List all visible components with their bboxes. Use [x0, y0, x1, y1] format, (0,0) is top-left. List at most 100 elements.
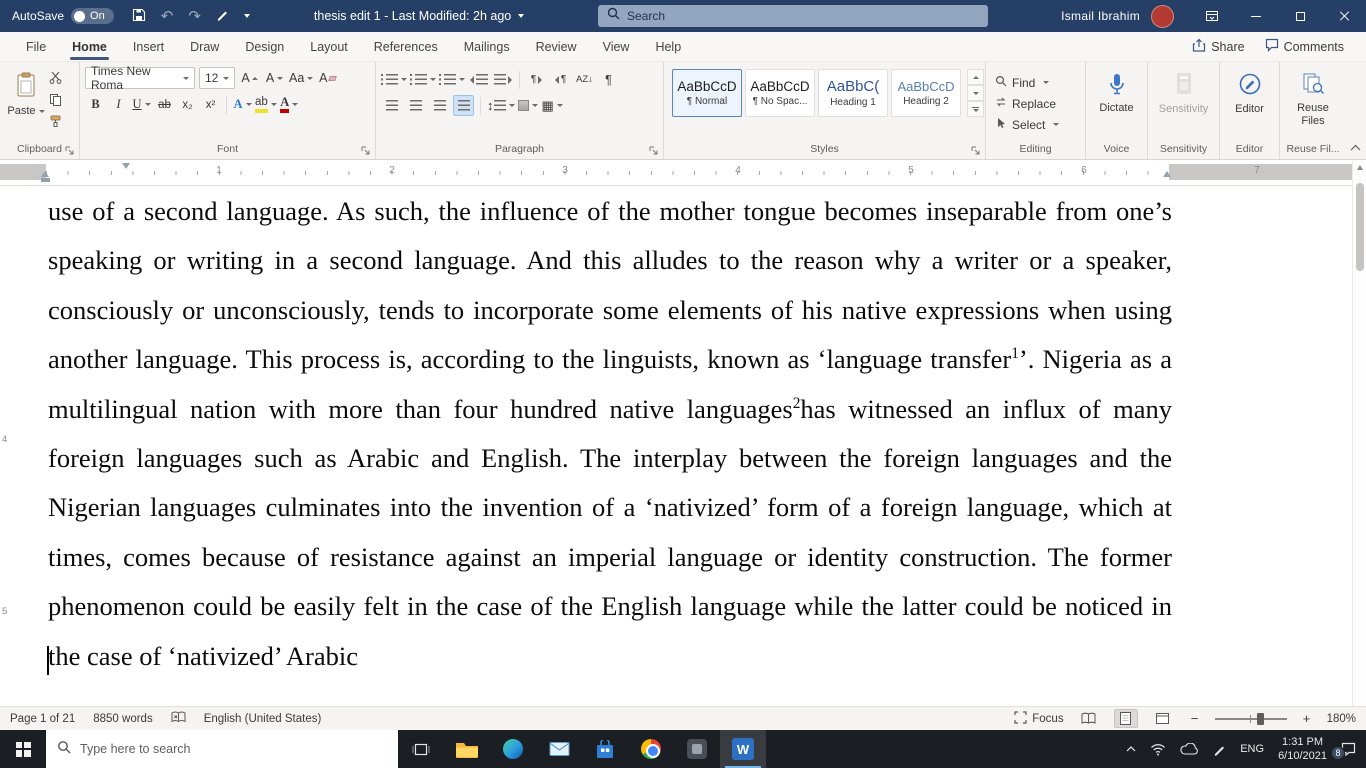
undo-icon[interactable]: ↶ — [161, 9, 174, 24]
titlebar-search-box[interactable] — [598, 5, 988, 27]
tab-view[interactable]: View — [590, 32, 643, 61]
reuse-files-button[interactable]: Reuse Files — [1283, 65, 1343, 142]
tab-file[interactable]: File — [13, 32, 59, 61]
tab-draw[interactable]: Draw — [177, 32, 232, 61]
paragraph-dialog-launcher-icon[interactable] — [649, 146, 659, 156]
file-explorer-icon[interactable] — [444, 730, 490, 768]
paste-button[interactable]: Paste — [3, 65, 49, 142]
zoom-out-button[interactable]: − — [1188, 711, 1202, 726]
taskbar-search-input[interactable] — [80, 742, 387, 756]
page-indicator[interactable]: Page 1 of 21 — [10, 713, 75, 725]
dictate-button[interactable]: Dictate — [1089, 65, 1144, 142]
font-size-select[interactable]: 12 — [199, 67, 235, 89]
mail-icon[interactable] — [536, 730, 582, 768]
tab-design[interactable]: Design — [232, 32, 297, 61]
numbering-button[interactable] — [410, 69, 436, 90]
italic-button[interactable]: I — [108, 94, 129, 115]
vertical-ruler[interactable]: 4 5 — [0, 186, 13, 706]
tab-mailings[interactable]: Mailings — [451, 32, 523, 61]
language-switcher[interactable]: ENG — [1240, 743, 1264, 755]
focus-button[interactable]: Focus — [1014, 710, 1064, 727]
shrink-font-button[interactable]: A — [264, 68, 285, 89]
text-effects-button[interactable]: A — [232, 94, 253, 115]
clear-formatting-button[interactable]: A — [317, 68, 338, 89]
tab-home[interactable]: Home — [59, 32, 120, 61]
borders-button[interactable]: ▦ — [542, 95, 563, 116]
vertical-scrollbar[interactable] — [1352, 161, 1366, 706]
left-to-right-text-button[interactable]: ¶ — [526, 69, 547, 90]
pen-icon[interactable] — [216, 8, 229, 24]
styles-dialog-launcher-icon[interactable] — [971, 146, 981, 156]
scroll-up-icon[interactable] — [1357, 165, 1363, 170]
zoom-slider[interactable] — [1214, 712, 1287, 725]
right-indent-marker[interactable] — [1163, 171, 1171, 177]
close-button[interactable] — [1322, 0, 1366, 32]
autosave-pill[interactable]: On — [71, 8, 114, 24]
change-case-button[interactable]: Aa — [289, 68, 314, 89]
ribbon-display-options-icon[interactable] — [1190, 0, 1234, 32]
document-title[interactable]: thesis edit 1 - Last Modified: 2h ago — [314, 9, 525, 23]
left-indent-marker[interactable] — [41, 178, 50, 182]
underline-button[interactable]: U — [131, 94, 152, 115]
customize-qat-chevron-icon[interactable] — [243, 14, 250, 18]
scrollbar-thumb[interactable] — [1356, 183, 1364, 271]
multilevel-list-button[interactable] — [439, 69, 465, 90]
align-left-button[interactable] — [381, 95, 402, 116]
collapse-ribbon-icon[interactable] — [1350, 138, 1361, 156]
styles-more-icon[interactable] — [967, 101, 984, 117]
word-taskbar-icon[interactable]: W — [720, 730, 766, 768]
style-normal[interactable]: AaBbCcD ¶ Normal — [672, 69, 742, 117]
chrome-icon[interactable] — [628, 730, 674, 768]
increase-indent-button[interactable] — [492, 69, 513, 90]
tab-help[interactable]: Help — [642, 32, 694, 61]
font-color-button[interactable]: A — [279, 94, 300, 115]
tab-references[interactable]: References — [361, 32, 451, 61]
pinned-app-icon[interactable] — [674, 730, 720, 768]
web-layout-button[interactable] — [1151, 709, 1175, 728]
clipboard-dialog-launcher-icon[interactable] — [65, 146, 75, 156]
action-center-icon[interactable]: 8 — [1331, 742, 1356, 760]
decrease-indent-button[interactable] — [468, 69, 489, 90]
clock[interactable]: 1:31 PM 6/10/2021 — [1278, 735, 1327, 764]
user-name[interactable]: Ismail Ibrahim — [1061, 9, 1140, 23]
zoom-in-button[interactable]: + — [1300, 711, 1314, 726]
show-hide-paragraph-button[interactable]: ¶ — [598, 69, 619, 90]
tab-insert[interactable]: Insert — [120, 32, 177, 61]
read-mode-button[interactable] — [1077, 709, 1101, 728]
first-line-indent-marker[interactable] — [122, 163, 130, 169]
minimize-button[interactable] — [1234, 0, 1278, 32]
zoom-slider-thumb[interactable] — [1256, 712, 1264, 725]
style-no-spacing[interactable]: AaBbCcD ¶ No Spac... — [745, 69, 815, 117]
styles-scroll-up-icon[interactable] — [967, 69, 984, 85]
taskbar-search-box[interactable] — [46, 730, 398, 768]
zoom-level[interactable]: 180% — [1327, 713, 1356, 725]
tab-layout[interactable]: Layout — [297, 32, 361, 61]
styles-scroll-down-icon[interactable] — [967, 85, 984, 101]
right-to-left-text-button[interactable]: ¶ — [550, 69, 571, 90]
cut-button[interactable] — [49, 71, 62, 89]
share-button[interactable]: Share — [1192, 38, 1245, 55]
task-view-button[interactable] — [398, 730, 444, 768]
style-heading-1[interactable]: AaBbC( Heading 1 — [818, 69, 888, 117]
search-input[interactable] — [627, 9, 979, 23]
bullets-button[interactable] — [381, 69, 407, 90]
grow-font-button[interactable]: A — [239, 68, 260, 89]
font-dialog-launcher-icon[interactable] — [361, 146, 371, 156]
proofing-icon[interactable] — [171, 711, 186, 727]
replace-button[interactable]: Replace — [995, 96, 1059, 111]
hanging-indent-marker[interactable] — [41, 171, 49, 177]
start-button[interactable] — [0, 730, 46, 768]
copy-button[interactable] — [49, 93, 62, 111]
redo-icon[interactable]: ↷ — [188, 9, 201, 24]
sort-button[interactable]: AZ↓ — [574, 69, 595, 90]
document-canvas[interactable]: use of a second language. As such, the i… — [0, 186, 1352, 706]
document-paragraph[interactable]: use of a second language. As such, the i… — [48, 187, 1172, 681]
edge-icon[interactable] — [490, 730, 536, 768]
find-button[interactable]: Find — [995, 75, 1059, 90]
justify-button[interactable] — [453, 95, 474, 116]
select-button[interactable]: Select — [995, 117, 1060, 132]
subscript-button[interactable]: x₂ — [177, 94, 198, 115]
language-indicator[interactable]: English (United States) — [204, 713, 322, 725]
format-painter-button[interactable] — [49, 115, 62, 133]
print-layout-button[interactable] — [1113, 709, 1138, 728]
